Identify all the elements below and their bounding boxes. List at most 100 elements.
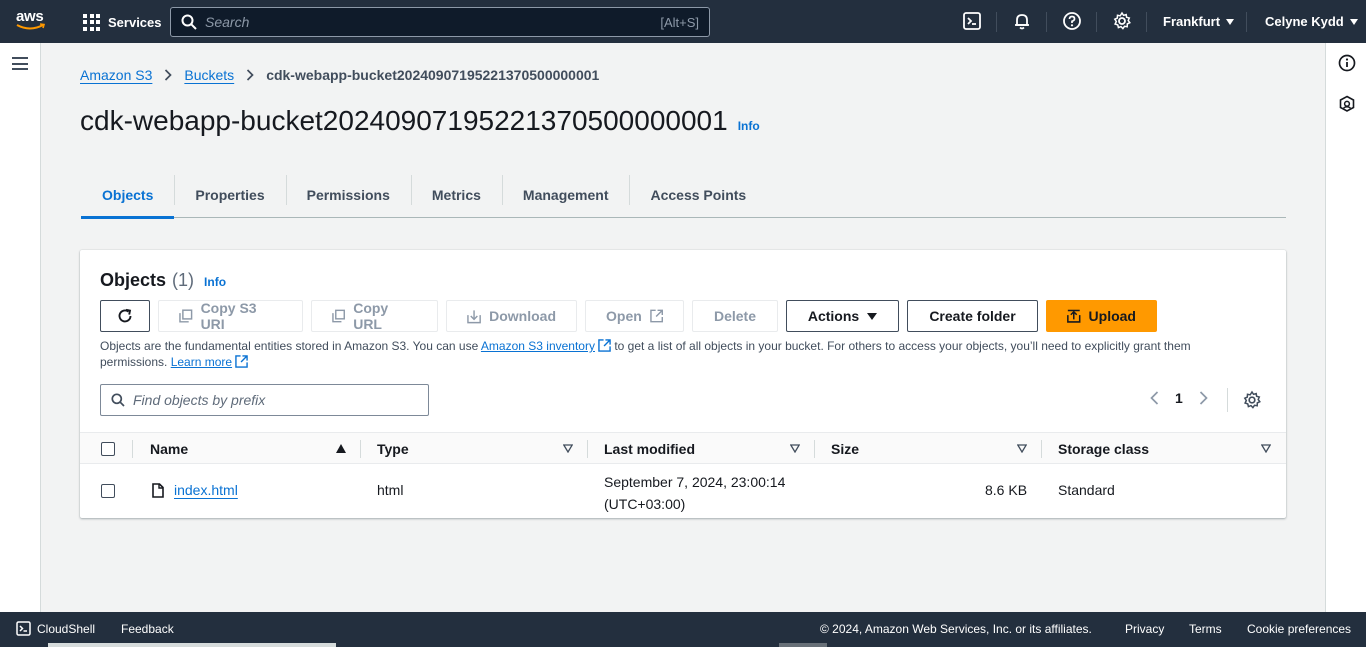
external-link-icon bbox=[598, 339, 611, 352]
menu-icon[interactable] bbox=[12, 57, 28, 70]
tab-objects[interactable]: Objects bbox=[81, 173, 175, 219]
column-divider bbox=[132, 440, 133, 458]
services-label: Services bbox=[108, 14, 162, 30]
row-checkbox[interactable] bbox=[101, 484, 115, 498]
sort-icon[interactable] bbox=[563, 444, 573, 453]
breadcrumb-current: cdk-webapp-bucket20240907195221370500000… bbox=[266, 67, 600, 83]
info-link[interactable]: Info bbox=[738, 119, 760, 133]
file-icon bbox=[152, 483, 164, 498]
horizontal-scrollbar[interactable] bbox=[48, 643, 336, 647]
s3-inventory-link[interactable]: Amazon S3 inventory bbox=[481, 339, 611, 353]
tab-properties[interactable]: Properties bbox=[174, 173, 285, 217]
pagination: 1 bbox=[1150, 390, 1208, 406]
cloudshell-footer-button[interactable]: CloudShell bbox=[16, 621, 95, 636]
copyright-text: © 2024, Amazon Web Services, Inc. or its… bbox=[820, 622, 1092, 636]
delete-button[interactable]: Delete bbox=[692, 300, 778, 332]
hexagon-icon[interactable] bbox=[1338, 95, 1356, 113]
table-row: index.html html September 7, 2024, 23:00… bbox=[80, 464, 1286, 518]
aws-logo[interactable]: aws bbox=[16, 9, 50, 35]
description-text-1: Objects are the fundamental entities sto… bbox=[100, 339, 479, 353]
caret-down-icon bbox=[1226, 18, 1235, 25]
bell-icon[interactable] bbox=[1012, 11, 1032, 31]
cookie-preferences-link[interactable]: Cookie preferences bbox=[1247, 622, 1351, 636]
account-menu[interactable]: Celyne Kydd bbox=[1265, 14, 1358, 29]
terms-link[interactable]: Terms bbox=[1189, 622, 1222, 636]
bucket-name-heading: cdk-webapp-bucket20240907195221370500000… bbox=[80, 105, 728, 136]
column-header-storage-class[interactable]: Storage class bbox=[1058, 433, 1149, 465]
horizontal-scrollbar-thumb[interactable] bbox=[779, 643, 827, 647]
region-selector[interactable]: Frankfurt bbox=[1163, 14, 1235, 29]
breadcrumb-amazon-s3[interactable]: Amazon S3 bbox=[80, 67, 152, 83]
objects-info-link[interactable]: Info bbox=[204, 275, 226, 289]
object-name-link[interactable]: index.html bbox=[174, 482, 238, 498]
info-icon[interactable] bbox=[1338, 54, 1356, 72]
sort-icon[interactable] bbox=[790, 444, 800, 453]
feedback-link[interactable]: Feedback bbox=[121, 622, 174, 636]
copy-s3-uri-label: Copy S3 URI bbox=[200, 300, 257, 332]
nav-divider bbox=[1046, 12, 1047, 32]
privacy-link[interactable]: Privacy bbox=[1125, 622, 1164, 636]
download-button[interactable]: Download bbox=[446, 300, 577, 332]
learn-more-label: Learn more bbox=[170, 355, 233, 369]
copy-url-label: Copy URL bbox=[353, 300, 389, 332]
select-all-checkbox[interactable] bbox=[101, 442, 115, 456]
cloudshell-icon bbox=[16, 621, 31, 636]
create-folder-label: Create folder bbox=[929, 308, 1016, 324]
chevron-left-icon[interactable] bbox=[1150, 391, 1159, 405]
learn-more-link[interactable]: Learn more bbox=[171, 355, 248, 369]
nav-divider bbox=[1096, 12, 1097, 32]
column-header-last-modified[interactable]: Last modified bbox=[604, 433, 695, 465]
upload-button[interactable]: Upload bbox=[1046, 300, 1157, 332]
open-button[interactable]: Open bbox=[585, 300, 684, 332]
column-header-type[interactable]: Type bbox=[377, 433, 409, 465]
region-label: Frankfurt bbox=[1163, 14, 1221, 29]
breadcrumb-buckets[interactable]: Buckets bbox=[184, 67, 234, 83]
sort-icon[interactable] bbox=[1017, 444, 1027, 453]
cloudshell-label: CloudShell bbox=[37, 621, 96, 636]
global-search-input[interactable]: Search [Alt+S] bbox=[170, 7, 710, 37]
cloudshell-icon[interactable] bbox=[962, 11, 982, 31]
object-last-modified: September 7, 2024, 23:00:14 (UTC+03:00) bbox=[604, 471, 785, 515]
nav-divider bbox=[996, 12, 997, 32]
search-icon bbox=[181, 14, 197, 30]
column-header-size[interactable]: Size bbox=[831, 433, 859, 465]
copy-s3-uri-button[interactable]: Copy S3 URI bbox=[158, 300, 303, 332]
download-label: Download bbox=[489, 308, 556, 324]
chevron-right-icon[interactable] bbox=[1199, 391, 1208, 405]
bucket-tabs: Objects Properties Permissions Metrics M… bbox=[81, 173, 1286, 219]
object-type: html bbox=[377, 482, 404, 498]
preferences-gear-icon[interactable] bbox=[1242, 390, 1262, 410]
settings-gear-icon[interactable] bbox=[1112, 11, 1132, 31]
sort-ascending-icon[interactable] bbox=[336, 444, 346, 453]
actions-dropdown-button[interactable]: Actions bbox=[786, 300, 899, 332]
object-storage-class: Standard bbox=[1058, 482, 1115, 498]
open-label: Open bbox=[606, 308, 642, 324]
last-modified-timezone: (UTC+03:00) bbox=[604, 496, 686, 512]
create-folder-button[interactable]: Create folder bbox=[907, 300, 1038, 332]
chevron-right-icon bbox=[247, 69, 254, 81]
search-placeholder: Search bbox=[205, 14, 250, 30]
caret-down-icon bbox=[1349, 18, 1358, 25]
copy-url-button[interactable]: Copy URL bbox=[311, 300, 438, 332]
search-shortcut: [Alt+S] bbox=[660, 14, 699, 30]
objects-filter-input[interactable]: Find objects by prefix bbox=[100, 384, 429, 416]
copy-icon bbox=[332, 309, 345, 323]
main-content: Amazon S3 Buckets cdk-webapp-bucket20240… bbox=[41, 43, 1325, 612]
tab-metrics[interactable]: Metrics bbox=[410, 173, 502, 217]
column-divider bbox=[587, 440, 588, 458]
external-link-icon bbox=[650, 309, 663, 323]
column-divider bbox=[1041, 440, 1042, 458]
column-divider bbox=[360, 440, 361, 458]
page-number[interactable]: 1 bbox=[1175, 390, 1183, 406]
external-link-icon bbox=[235, 355, 248, 368]
help-icon[interactable] bbox=[1062, 11, 1082, 31]
download-icon bbox=[467, 309, 481, 323]
tab-access-points[interactable]: Access Points bbox=[629, 173, 767, 217]
left-navigation-rail bbox=[0, 43, 41, 612]
tab-management[interactable]: Management bbox=[501, 173, 630, 217]
services-menu-button[interactable]: Services bbox=[83, 12, 162, 32]
tab-permissions[interactable]: Permissions bbox=[285, 173, 411, 217]
refresh-button[interactable] bbox=[100, 300, 150, 332]
sort-icon[interactable] bbox=[1261, 444, 1271, 453]
column-header-name[interactable]: Name bbox=[150, 433, 188, 465]
